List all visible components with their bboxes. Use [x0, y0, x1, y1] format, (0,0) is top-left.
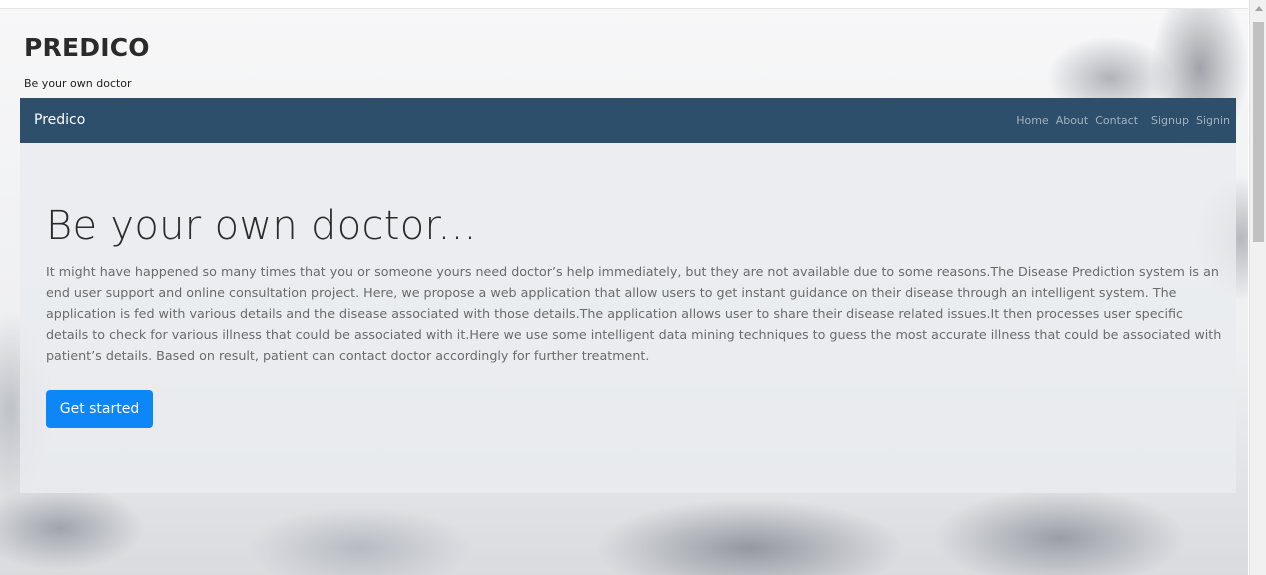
- navbar: Predico Home About Contact Signup Signin: [20, 98, 1236, 143]
- get-started-button[interactable]: Get started: [46, 390, 153, 428]
- scroll-up-arrow-icon[interactable]: [1255, 6, 1263, 11]
- nav-link-contact[interactable]: Contact: [1095, 114, 1138, 127]
- nav-link-signin[interactable]: Signin: [1196, 114, 1230, 127]
- nav-link-about[interactable]: About: [1056, 114, 1089, 127]
- watercolor-background: PREDICO Be your own doctor Predico Home …: [0, 8, 1248, 575]
- vertical-scrollbar[interactable]: [1249, 0, 1266, 575]
- hero-heading: Be your own doctor...: [46, 203, 477, 249]
- nav-link-home[interactable]: Home: [1016, 114, 1048, 127]
- browser-viewport: PREDICO Be your own doctor Predico Home …: [0, 0, 1266, 575]
- hero-description: It might have happened so many times tha…: [46, 264, 1222, 363]
- nav-links: Home About Contact Signup Signin: [1009, 114, 1230, 127]
- site-tagline: Be your own doctor: [24, 77, 132, 90]
- top-border: [0, 0, 1248, 9]
- navbar-brand-link[interactable]: Predico: [34, 112, 85, 128]
- hero-jumbotron: Be your own doctor... It might have happ…: [20, 143, 1236, 493]
- site-title: PREDICO: [24, 33, 150, 62]
- scrollbar-thumb[interactable]: [1253, 22, 1264, 242]
- nav-link-signup[interactable]: Signup: [1151, 114, 1189, 127]
